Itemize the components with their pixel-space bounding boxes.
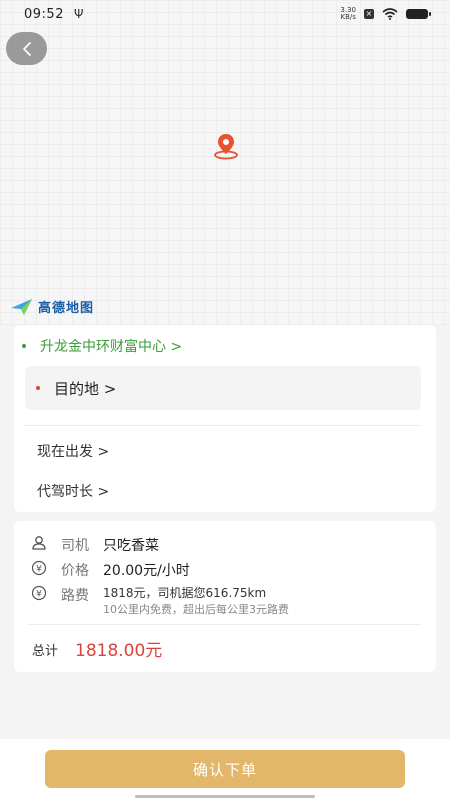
route-divider xyxy=(25,425,421,426)
svg-text:¥: ¥ xyxy=(36,565,42,575)
net-speed-unit: KB/s xyxy=(340,13,356,21)
duration-selector[interactable]: 代驾时长 > xyxy=(37,481,109,501)
no-sim-icon: × xyxy=(364,9,374,19)
driver-value: 只吃香菜 xyxy=(103,538,159,554)
confirm-order-button[interactable]: 确认下单 xyxy=(45,750,405,788)
road-fee-yuan-icon: ¥ xyxy=(31,585,47,601)
total-label: 总计 xyxy=(32,644,59,659)
road-fee-note: 10公里内免费，超出后每公里3元路费 xyxy=(103,603,289,616)
map-view[interactable] xyxy=(0,0,450,325)
driver-icon xyxy=(32,536,46,550)
svg-text:¥: ¥ xyxy=(36,590,42,600)
destination-selector[interactable]: 目的地 > xyxy=(25,366,421,410)
fee-divider xyxy=(28,624,421,625)
location-pin-icon xyxy=(214,134,238,160)
wifi-icon xyxy=(382,8,398,20)
price-value: 20.00元/小时 xyxy=(103,563,190,579)
price-yuan-icon: ¥ xyxy=(31,560,47,576)
start-dot xyxy=(22,344,26,348)
net-speed: 3.30 KB/s xyxy=(340,7,356,21)
road-fee-label: 路费 xyxy=(61,588,89,604)
start-location-row[interactable]: 升龙金中环财富中心 > xyxy=(22,336,182,356)
status-right: 3.30 KB/s × xyxy=(340,7,431,21)
destination-dot xyxy=(36,386,40,390)
road-fee-value: 1818元，司机据您616.75km xyxy=(103,586,267,600)
status-left: 09:52 Ψ xyxy=(24,7,83,22)
total-value: 1818.00元 xyxy=(75,641,163,661)
status-bar: 09:52 Ψ 3.30 KB/s × xyxy=(0,0,450,28)
driver-label: 司机 xyxy=(61,538,89,554)
amap-logo: 高德地图 xyxy=(10,297,94,316)
home-indicator[interactable] xyxy=(135,795,315,798)
destination-text: 目的地 > xyxy=(54,379,117,398)
chevron-left-icon xyxy=(22,41,31,56)
usb-icon: Ψ xyxy=(73,7,84,21)
amap-logo-icon xyxy=(11,298,32,315)
price-label: 价格 xyxy=(61,563,89,579)
amap-logo-text: 高德地图 xyxy=(38,301,95,316)
status-time: 09:52 xyxy=(24,6,64,22)
depart-time-selector[interactable]: 现在出发 > xyxy=(37,441,109,461)
battery-icon xyxy=(406,9,431,19)
start-location-text: 升龙金中环财富中心 > xyxy=(40,339,183,355)
back-button[interactable] xyxy=(6,32,47,65)
